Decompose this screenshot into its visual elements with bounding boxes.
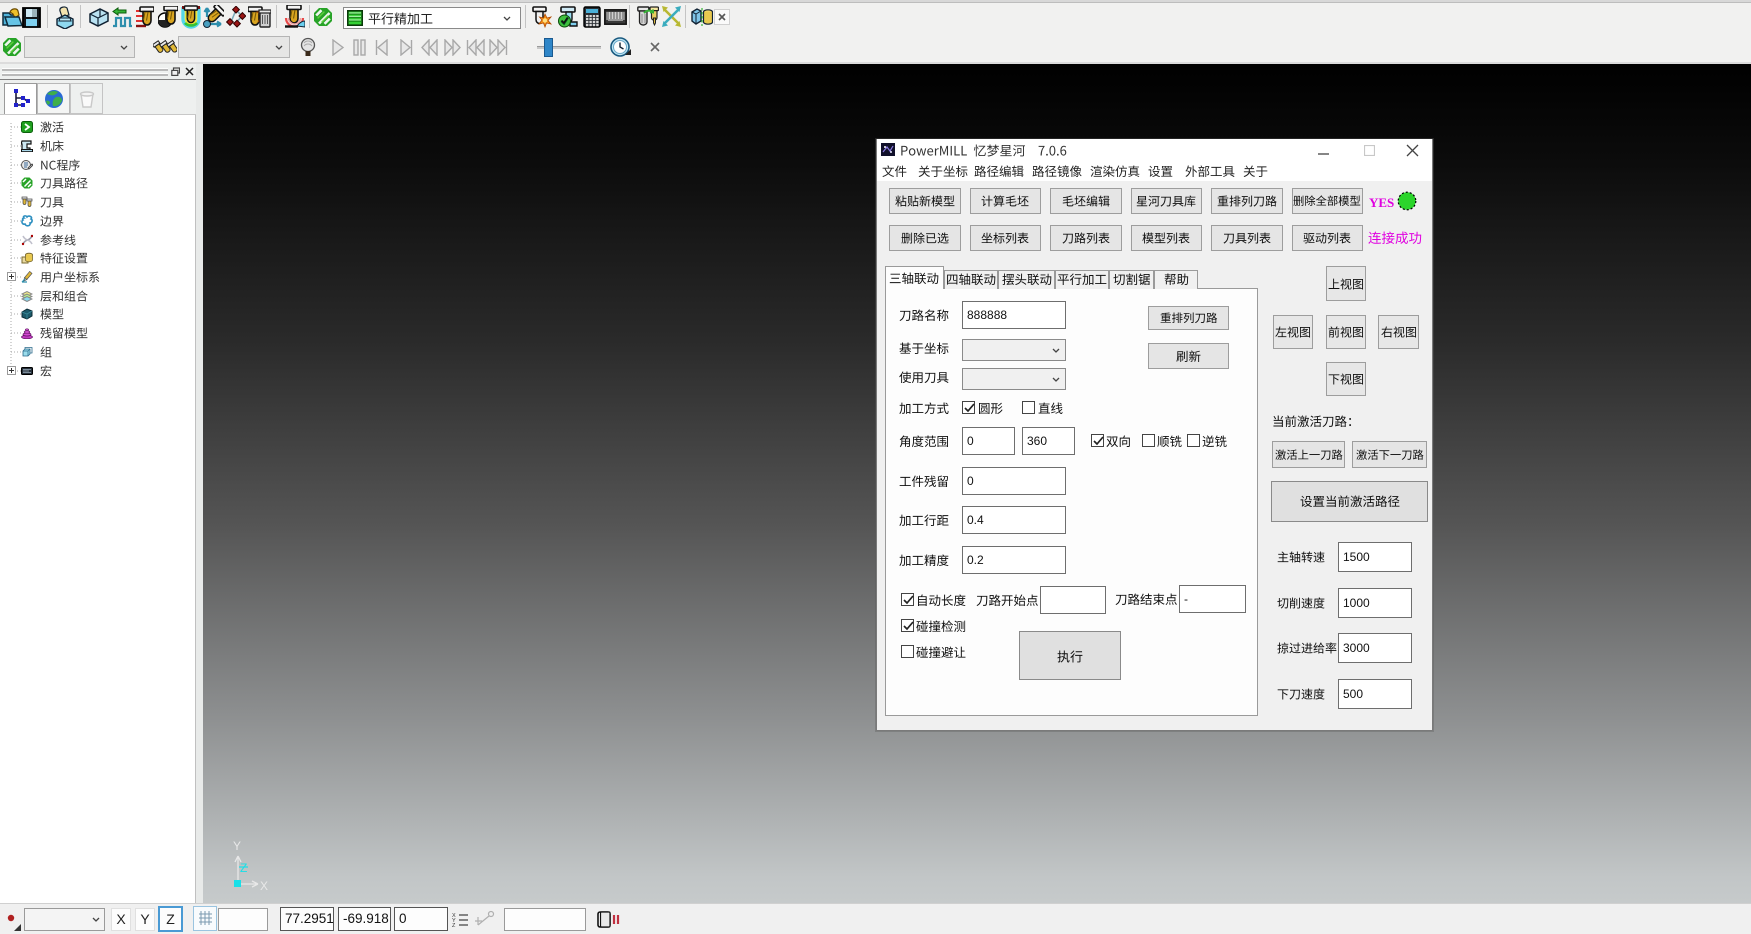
svg-text:Y: Y: [233, 839, 241, 853]
svg-text:Z: Z: [240, 861, 247, 875]
svg-text:X: X: [260, 879, 268, 893]
